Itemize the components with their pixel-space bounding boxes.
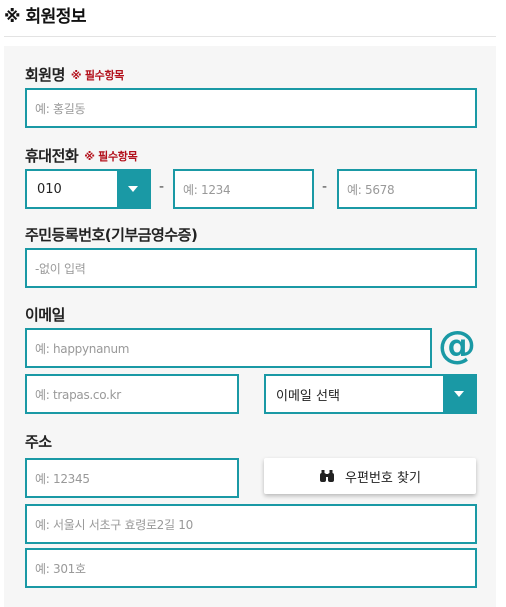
chevron-down-icon [454, 391, 464, 397]
rrn-input[interactable]: -없이 입력 [25, 248, 477, 288]
phone-label: 휴대전화 [25, 147, 79, 165]
email-label: 이메일 [25, 306, 65, 324]
phone-prefix-value: 010 [37, 181, 62, 197]
name-input[interactable]: 예: 홍길동 [25, 88, 477, 128]
find-zipcode-button[interactable]: 우편번호 찾기 [264, 458, 476, 494]
email-select-value: 이메일 선택 [276, 388, 340, 404]
address-label: 주소 [25, 433, 52, 451]
rrn-placeholder: -없이 입력 [35, 261, 86, 276]
email-domain-placeholder: 예: trapas.co.kr [35, 387, 121, 402]
phone-dash: - [159, 179, 165, 195]
section-title: ※ 회원정보 [4, 7, 87, 27]
title-divider [4, 36, 496, 37]
rrn-label: 주민등록번호(기부금영수증) [25, 226, 198, 244]
phone-last-placeholder: 예: 5678 [347, 182, 395, 197]
address-line1-input[interactable]: 예: 서울시 서초구 효령로2길 10 [25, 504, 477, 544]
binoculars-icon [320, 470, 335, 482]
dropdown-arrow-button[interactable] [443, 376, 475, 412]
phone-mid-input[interactable]: 예: 1234 [173, 169, 314, 209]
phone-label-row: 휴대전화 ※ 필수항목 [25, 145, 138, 166]
name-placeholder: 예: 홍길동 [35, 101, 86, 116]
phone-dash: - [322, 179, 328, 195]
email-domain-input[interactable]: 예: trapas.co.kr [25, 374, 239, 414]
address-line2-input[interactable]: 예: 301호 [25, 548, 477, 588]
email-id-placeholder: 예: happynanum [35, 341, 130, 356]
phone-mid-placeholder: 예: 1234 [183, 182, 231, 197]
dropdown-arrow-button[interactable] [117, 171, 149, 207]
name-label: 회원명 [25, 66, 65, 84]
phone-prefix-select[interactable]: 010 [25, 169, 151, 209]
email-id-input[interactable]: 예: happynanum [25, 328, 432, 368]
required-mark: ※ 필수항목 [70, 69, 125, 82]
address-line2-placeholder: 예: 301호 [35, 561, 86, 576]
at-sign-icon: @ [438, 323, 476, 367]
phone-last-input[interactable]: 예: 5678 [337, 169, 477, 209]
name-label-row: 회원명 ※ 필수항목 [25, 64, 124, 85]
find-zipcode-label: 우편번호 찾기 [345, 470, 421, 486]
email-domain-select[interactable]: 이메일 선택 [264, 374, 477, 414]
address-line1-placeholder: 예: 서울시 서초구 효령로2길 10 [35, 517, 193, 532]
zipcode-placeholder: 예: 12345 [35, 471, 90, 486]
required-mark: ※ 필수항목 [84, 150, 138, 163]
zipcode-input[interactable]: 예: 12345 [25, 458, 239, 498]
chevron-down-icon [128, 186, 138, 192]
